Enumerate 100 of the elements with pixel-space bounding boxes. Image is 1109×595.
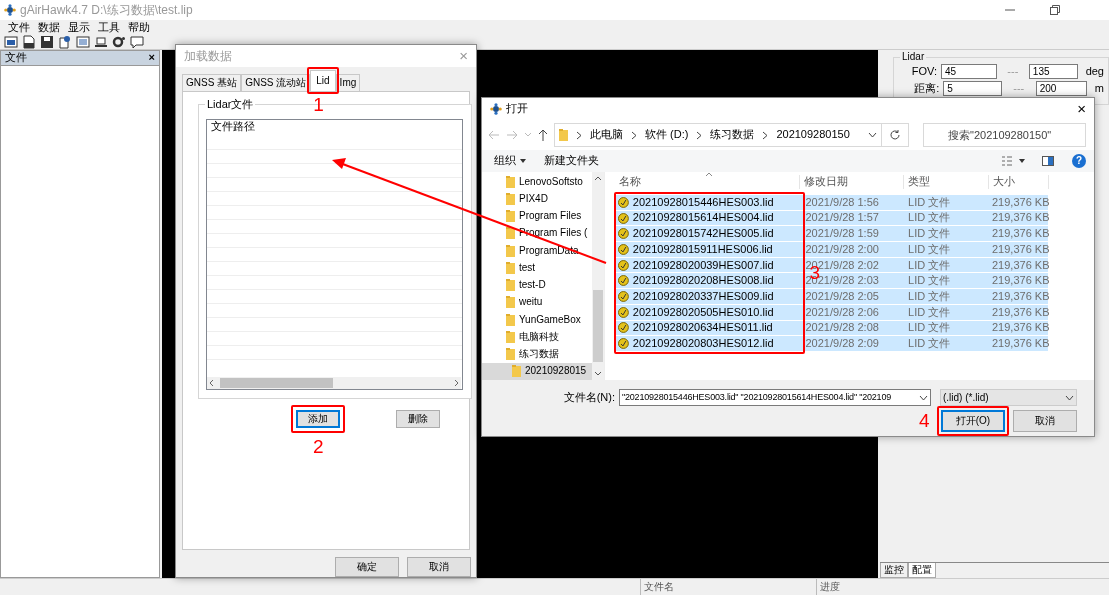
app-icon [490, 102, 502, 115]
vertical-scrollbar[interactable] [592, 172, 604, 380]
field-label: 文件名(N): [563, 390, 615, 405]
menu-item[interactable]: 工具 [94, 20, 124, 35]
file-type: LID 文件 [907, 321, 952, 335]
organize-menu[interactable]: 组织 [494, 154, 516, 168]
folder-item[interactable]: test [482, 259, 592, 277]
file-type: LID 文件 [907, 305, 952, 319]
highlight-frame [937, 406, 1009, 436]
button[interactable]: 取消 [1013, 410, 1077, 432]
file-name: 20210928020505HES010.lid [632, 305, 775, 319]
dialog-title: 加载数据 [184, 48, 232, 64]
folder-name: weitu [519, 296, 543, 309]
filename-field[interactable]: "20210928015446HES003.lid" "20210928015614HES004.lid" "202109 [619, 389, 931, 406]
file-type: LID 文件 [907, 227, 952, 241]
column-header[interactable]: 大小 [989, 175, 1049, 189]
close-button[interactable]: × [1077, 99, 1086, 118]
breadcrumb-item[interactable]: 练习数据 [710, 128, 755, 142]
breadcrumb-item[interactable]: 此电脑 [590, 128, 623, 142]
menu-item[interactable]: 显示 [64, 20, 94, 35]
panel-title: 文件 [5, 51, 27, 65]
preview-pane-icon[interactable] [1042, 156, 1054, 166]
window-icon[interactable] [4, 35, 18, 49]
group-title: Lidar文件 [205, 98, 256, 112]
folder-item[interactable]: PIX4D [482, 190, 592, 208]
folder-item[interactable]: 练习数据 [482, 345, 592, 363]
highlight-frame [291, 405, 345, 433]
column-header[interactable]: 名称 [615, 175, 800, 189]
new-folder-button[interactable]: 新建文件夹 [544, 154, 599, 168]
file-row[interactable]: 20210928015742HES005.lid 2021/9/28 1:59 LID 文件 219,376 KB [615, 226, 1048, 243]
tab[interactable]: GNSS 流动站 [241, 74, 311, 91]
folder-item[interactable]: LenovoSoftsto [482, 173, 592, 191]
folder-item[interactable]: YunGameBox [482, 311, 592, 329]
file-row[interactable]: 20210928020803HES012.lid 2021/9/28 2:09 LID 文件 219,376 KB [615, 336, 1048, 352]
document-icon[interactable] [22, 35, 36, 49]
dropdown-icon[interactable] [868, 132, 877, 138]
file-size: 219,376 KB [991, 227, 1048, 241]
dropdown-icon[interactable] [1065, 394, 1074, 401]
save-icon[interactable] [40, 35, 54, 49]
up-arrow-icon[interactable] [538, 129, 548, 141]
view-options-icon[interactable] [1002, 156, 1026, 166]
file-type: LID 文件 [907, 289, 952, 304]
folder-item[interactable]: test-D [482, 276, 592, 294]
status-cell: 文件名 [640, 579, 816, 595]
step-number: 2 [313, 437, 324, 456]
button[interactable]: 打开(O) [941, 410, 1005, 432]
range-separator: --- [1006, 64, 1020, 79]
folder-icon [506, 348, 515, 361]
horizontal-scrollbar[interactable] [207, 377, 461, 389]
folder-item[interactable]: Program Files [482, 207, 592, 225]
input-field[interactable]: 45 [941, 64, 997, 79]
folder-icon [506, 296, 515, 309]
dropdown-icon[interactable] [919, 394, 928, 401]
refresh-icon[interactable] [889, 129, 901, 141]
folder-name: Program Files [519, 210, 582, 223]
panel-tab[interactable]: 配置 [908, 563, 936, 578]
file-row[interactable]: 20210928015911HES006.lid 2021/9/28 2:00 LID 文件 219,376 KB [615, 242, 1048, 258]
chevron-icon [631, 130, 637, 140]
group-title: Lidar [900, 51, 927, 63]
menu-item[interactable]: 数据 [34, 20, 64, 35]
file-row[interactable]: 20210928020337HES009.lid 2021/9/28 2:05 LID 文件 219,376 KB [615, 289, 1048, 305]
button[interactable]: 取消 [407, 557, 471, 577]
file-row[interactable]: 20210928015446HES003.lid 2021/9/28 1:56 LID 文件 219,376 KB [615, 195, 1048, 211]
gear-icon[interactable] [112, 35, 126, 49]
folder-name: 20210928015 [525, 365, 587, 378]
menu-item[interactable]: 帮助 [124, 20, 154, 35]
chevron-icon [762, 130, 769, 140]
restore-icon[interactable] [1050, 5, 1060, 15]
breadcrumb-item[interactable]: 软件 (D:) [645, 128, 689, 142]
input-field[interactable]: 5 [943, 81, 1002, 96]
column-header[interactable]: 类型 [904, 175, 989, 189]
button[interactable]: 添加 [296, 410, 340, 428]
caret-icon[interactable] [520, 159, 526, 163]
folder-item[interactable]: 20210928015 [482, 362, 592, 380]
file-date: 2021/9/28 2:06 [804, 305, 880, 319]
file-type: LID 文件 [907, 211, 952, 225]
comment-icon[interactable] [130, 35, 144, 49]
unit-label: m [1094, 81, 1104, 96]
search-field[interactable]: 搜索"202109280150" [923, 123, 1086, 147]
tab[interactable]: GNSS 基站 [182, 74, 242, 91]
menu-item[interactable]: 文件 [4, 20, 34, 35]
breadcrumb-item[interactable]: 202109280150 [776, 128, 850, 142]
filter-dropdown[interactable]: (.lid) (*.lid) [940, 389, 1077, 406]
folder-item[interactable]: weitu [482, 293, 592, 311]
file-date: 2021/9/28 1:56 [804, 195, 880, 209]
close-button[interactable]: × [148, 51, 155, 65]
folder-item[interactable]: 电脑科技 [482, 328, 592, 346]
column-header: 文件路径 [210, 120, 256, 134]
tab[interactable]: Lid [310, 70, 336, 91]
help-button[interactable]: ? [1072, 154, 1086, 168]
document-plus-icon[interactable] [58, 35, 72, 49]
input-field[interactable]: 200 [1035, 81, 1087, 96]
column-header[interactable]: 修改日期 [800, 175, 904, 189]
panel-tab[interactable]: 监控 [880, 563, 908, 578]
file-date: 2021/9/28 2:00 [804, 242, 880, 256]
button[interactable]: 确定 [335, 557, 399, 577]
input-field[interactable]: 135 [1028, 64, 1078, 79]
laptop-icon[interactable] [94, 35, 108, 49]
button[interactable]: 删除 [396, 410, 440, 428]
lid-file-icon [618, 306, 629, 318]
